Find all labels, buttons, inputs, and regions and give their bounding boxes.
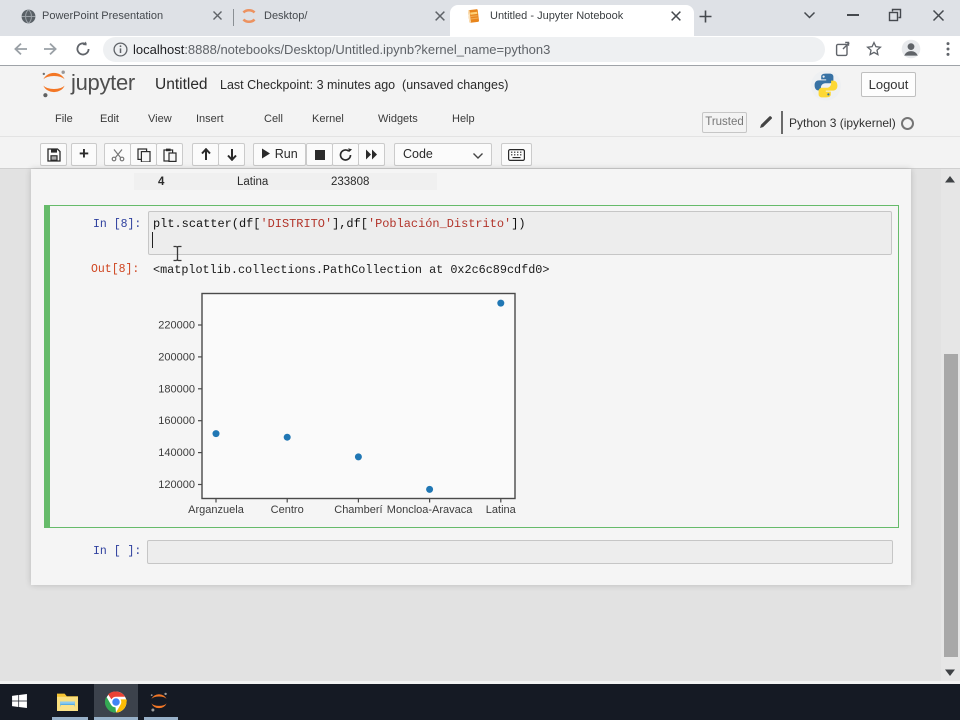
svg-text:120000: 120000 bbox=[158, 479, 195, 491]
svg-text:Arganzuela: Arganzuela bbox=[188, 504, 245, 516]
svg-text:Centro: Centro bbox=[271, 504, 304, 516]
svg-text:160000: 160000 bbox=[158, 415, 195, 427]
svg-text:Chamberí: Chamberí bbox=[334, 504, 382, 516]
svg-text:Latina: Latina bbox=[486, 504, 517, 516]
svg-text:200000: 200000 bbox=[158, 351, 195, 363]
svg-text:180000: 180000 bbox=[158, 383, 195, 395]
svg-text:Moncloa-Aravaca: Moncloa-Aravaca bbox=[387, 504, 473, 516]
svg-text:220000: 220000 bbox=[158, 320, 195, 332]
svg-text:140000: 140000 bbox=[158, 447, 195, 459]
